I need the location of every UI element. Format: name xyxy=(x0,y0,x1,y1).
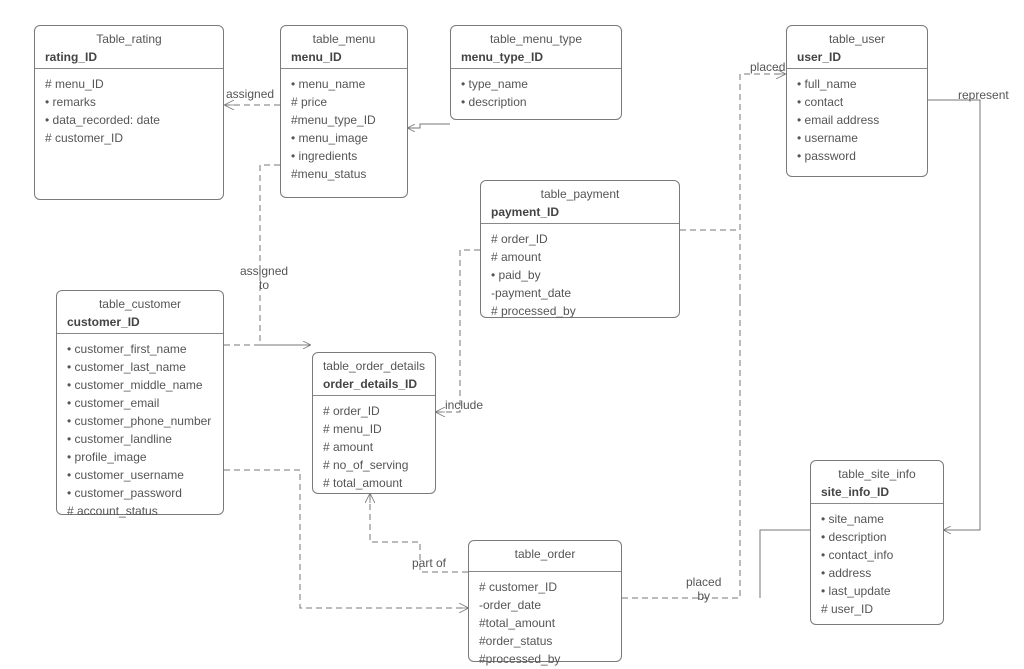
entity-pk: order_details_ID xyxy=(313,375,435,396)
entity-attr: #menu_type_ID xyxy=(291,111,397,129)
entity-attr: • full_name xyxy=(797,75,917,93)
entity-attr: • customer_middle_name xyxy=(67,376,213,394)
entity-attr: #processed_by xyxy=(479,650,611,668)
entity-pk: site_info_ID xyxy=(811,483,943,504)
entity-title: table_menu xyxy=(281,26,407,48)
entity-site-info: table_site_info site_info_ID • site_name… xyxy=(810,460,944,625)
entity-attr: • address xyxy=(821,564,933,582)
entity-title: table_payment xyxy=(481,181,679,203)
entity-attr: # account_status xyxy=(67,502,213,520)
entity-customer: table_customer customer_ID • customer_fi… xyxy=(56,290,224,515)
entity-attr: • customer_last_name xyxy=(67,358,213,376)
entity-attr: # amount xyxy=(323,438,425,456)
entity-attrs: # menu_ID • remarks • data_recorded: dat… xyxy=(35,69,223,157)
entity-attr: # total_amount xyxy=(323,474,425,492)
entity-attr: -payment_date xyxy=(491,284,669,302)
label-include: include xyxy=(445,398,483,412)
entity-rating: Table_rating rating_ID # menu_ID • remar… xyxy=(34,25,224,200)
entity-pk: rating_ID xyxy=(35,48,223,69)
entity-title: table_customer xyxy=(57,291,223,313)
entity-pk: customer_ID xyxy=(57,313,223,334)
entity-attr: # customer_ID xyxy=(45,129,213,147)
entity-attr: • customer_landline xyxy=(67,430,213,448)
entity-attr: • customer_email xyxy=(67,394,213,412)
entity-attr: • profile_image xyxy=(67,448,213,466)
entity-order-details: table_order_details order_details_ID # o… xyxy=(312,352,436,494)
entity-attr: # order_ID xyxy=(491,230,669,248)
entity-pk: menu_type_ID xyxy=(451,48,621,69)
entity-attr: • contact_info xyxy=(821,546,933,564)
label-placed-by: placed by xyxy=(686,575,721,604)
entity-attr: # processed_by xyxy=(491,302,669,320)
entity-menu-type: table_menu_type menu_type_ID • type_name… xyxy=(450,25,622,120)
label-represent: represent xyxy=(958,88,1009,102)
entity-attr: • menu_image xyxy=(291,129,397,147)
entity-attr: # no_of_serving xyxy=(323,456,425,474)
entity-attr: • password xyxy=(797,147,917,165)
entity-attrs: • type_name • description xyxy=(451,69,621,121)
entity-attr: # menu_ID xyxy=(323,420,425,438)
entity-attr: # user_ID xyxy=(821,600,933,618)
entity-attr: # customer_ID xyxy=(479,578,611,596)
entity-attr: # order_ID xyxy=(323,402,425,420)
entity-attr: # price xyxy=(291,93,397,111)
entity-attr: #total_amount xyxy=(479,614,611,632)
label-part-of: part of xyxy=(412,556,446,570)
label-assigned-to: assigned to xyxy=(240,264,288,293)
entity-attr: • customer_phone_number xyxy=(67,412,213,430)
entity-attr: • last_update xyxy=(821,582,933,600)
entity-order: table_order # customer_ID-order_date#tot… xyxy=(468,540,622,662)
entity-attr: • paid_by xyxy=(491,266,669,284)
entity-attr: #menu_status xyxy=(291,165,397,183)
entity-attr: • description xyxy=(461,93,611,111)
entity-title: table_site_info xyxy=(811,461,943,483)
entity-attr: • data_recorded: date xyxy=(45,111,213,129)
entity-attr: • site_name xyxy=(821,510,933,528)
entity-title: table_user xyxy=(787,26,927,48)
entity-attrs: # order_ID# amount • paid_by-payment_dat… xyxy=(481,224,679,330)
label-placed: placed xyxy=(750,60,785,74)
entity-attrs: • full_name • contact • email address • … xyxy=(787,69,927,175)
entity-attr: • customer_password xyxy=(67,484,213,502)
entity-attrs: • menu_name# price#menu_type_ID • menu_i… xyxy=(281,69,407,193)
entity-attr: • type_name xyxy=(461,75,611,93)
entity-pk: payment_ID xyxy=(481,203,679,224)
label-assigned: assigned xyxy=(226,87,274,101)
entity-pk: user_ID xyxy=(787,48,927,69)
entity-attr: • menu_name xyxy=(291,75,397,93)
entity-attr: # menu_ID xyxy=(45,75,213,93)
entity-attrs: # order_ID# menu_ID# amount# no_of_servi… xyxy=(313,396,435,502)
entity-attr: • customer_username xyxy=(67,466,213,484)
entity-attr: • email address xyxy=(797,111,917,129)
entity-title: Table_rating xyxy=(35,26,223,48)
entity-payment: table_payment payment_ID # order_ID# amo… xyxy=(480,180,680,318)
entity-attr: • remarks xyxy=(45,93,213,111)
entity-title: table_order xyxy=(469,541,621,563)
entity-pk xyxy=(469,563,621,572)
entity-attr: -order_date xyxy=(479,596,611,614)
entity-title: table_order_details xyxy=(313,353,435,375)
entity-attr: #order_status xyxy=(479,632,611,650)
entity-attr: # amount xyxy=(491,248,669,266)
entity-attrs: • customer_first_name • customer_last_na… xyxy=(57,334,223,530)
entity-attr: • description xyxy=(821,528,933,546)
entity-user: table_user user_ID • full_name • contact… xyxy=(786,25,928,177)
entity-attrs: # customer_ID-order_date#total_amount#or… xyxy=(469,572,621,669)
entity-attr: • ingredients xyxy=(291,147,397,165)
entity-title: table_menu_type xyxy=(451,26,621,48)
entity-attr: • username xyxy=(797,129,917,147)
entity-menu: table_menu menu_ID • menu_name# price#me… xyxy=(280,25,408,198)
entity-attr: • customer_first_name xyxy=(67,340,213,358)
entity-attrs: • site_name • description • contact_info… xyxy=(811,504,943,628)
entity-pk: menu_ID xyxy=(281,48,407,69)
entity-attr: • contact xyxy=(797,93,917,111)
